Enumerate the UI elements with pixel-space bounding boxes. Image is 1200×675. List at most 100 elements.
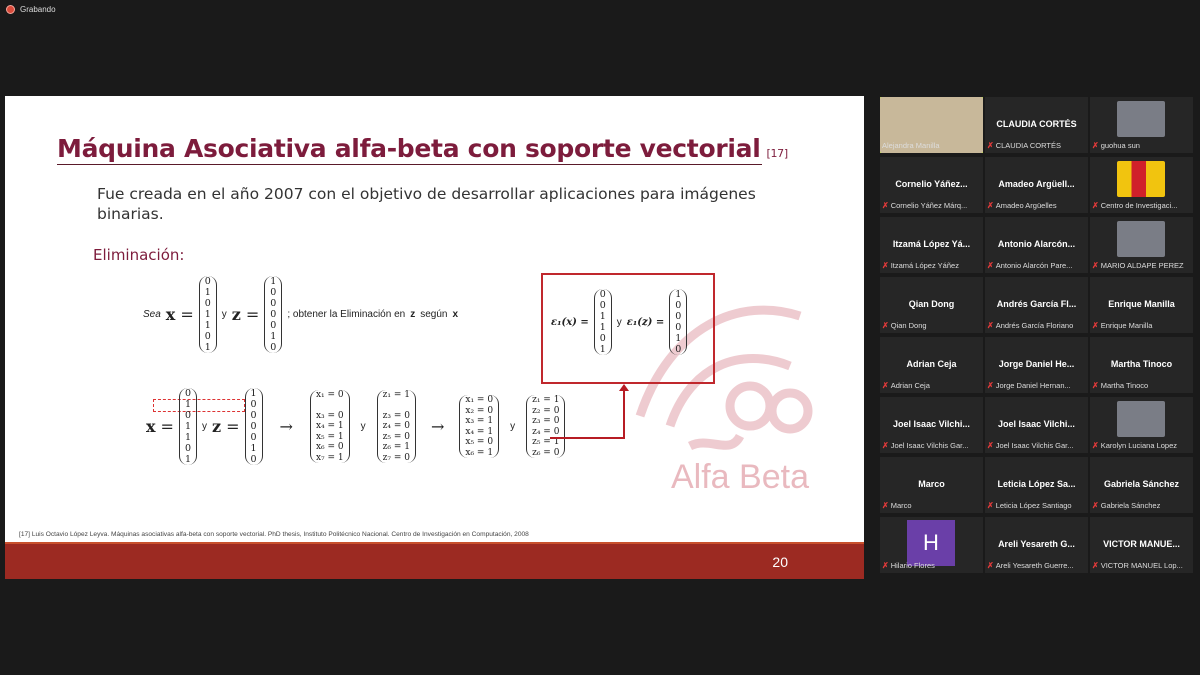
participant-tile[interactable]: Martha Tinoco ✗ Martha Tinoco — [1090, 337, 1193, 393]
participant-name: Gabriela Sánchez — [1103, 479, 1180, 489]
vector-entry: x₁ = 0 — [465, 395, 494, 405]
participant-label-text: Amadeo Argüelles — [995, 201, 1057, 210]
vector-entry: 1 — [204, 342, 211, 353]
vector-entry: z₃ = 0 — [382, 410, 410, 421]
participant-tile[interactable]: Leticia López Sa... ✗ Leticia López Santia… — [985, 457, 1088, 513]
vector-entry: x₆ = 1 — [465, 447, 494, 458]
x-vector-2: 0101101 — [178, 388, 197, 465]
participant-label-text: Antonio Alarcón Pare... — [995, 261, 1073, 270]
participant-label-text: Gabriela Sánchez — [1100, 501, 1161, 510]
x-symbol: x — [452, 309, 459, 320]
participant-tile[interactable]: Alejandra Manilla — [880, 97, 983, 153]
participant-label: ✗ Qian Dong — [882, 321, 981, 330]
participant-tile[interactable]: Areli Yesareth G... ✗ Areli Yesareth Guerr… — [985, 517, 1088, 573]
z-symbol: z — [231, 305, 241, 324]
participant-tile[interactable]: Marco ✗ Marco — [880, 457, 983, 513]
muted-mic-icon: ✗ — [882, 381, 889, 390]
result-row: ε₁(x) = 001101 y ε₁(z) = 100010 — [551, 289, 688, 355]
participant-label: ✗ CLAUDIA CORTÉS — [987, 141, 1086, 150]
obtain-text: ; obtener la Eliminación en — [287, 309, 406, 320]
vector-entry: 0 — [204, 331, 211, 342]
participant-name: Leticia López Sa... — [997, 479, 1076, 489]
vector-entry: 1 — [675, 333, 682, 344]
segun-word: según — [420, 309, 448, 320]
participant-tile[interactable]: H ✗ Hilario Flores — [880, 517, 983, 573]
and-word: y — [510, 421, 516, 432]
z-assign-vector: z₁ = 1 z₃ = 0 z₄ = 0 z₅ = 0 z₆ = 1 z₇ = 0 — [376, 389, 416, 464]
participant-tile[interactable]: Gabriela Sánchez ✗ Gabriela Sánchez — [1090, 457, 1193, 513]
muted-mic-icon: ✗ — [882, 201, 889, 210]
participant-video — [1117, 401, 1165, 437]
vector-entry: 0 — [184, 410, 191, 421]
participant-label: ✗ Amadeo Argüelles — [987, 201, 1086, 210]
vector-entry: 1 — [675, 289, 682, 300]
participant-name: Martha Tinoco — [1110, 359, 1173, 369]
z-symbol: z — [212, 417, 222, 436]
participant-label: ✗ VICTOR MANUEL Lop... — [1092, 561, 1191, 570]
vector-entry: 0 — [250, 399, 257, 410]
vector-entry: 0 — [250, 410, 257, 421]
participant-tile[interactable]: Itzamá López Yá... ✗ Itzamá López Yáñez — [880, 217, 983, 273]
title-divider — [57, 164, 762, 165]
vector-entry: 1 — [204, 320, 211, 331]
slide-intro: Fue creada en el año 2007 con el objetiv… — [97, 185, 756, 223]
vector-entry: z₇ = 0 — [382, 452, 410, 463]
participant-tile[interactable]: Amadeo Argüell... ✗ Amadeo Argüelles — [985, 157, 1088, 213]
participant-name: Areli Yesareth G... — [998, 539, 1075, 549]
participant-tile[interactable]: Andrés García Fl... ✗ Andrés García Floria… — [985, 277, 1088, 333]
participant-video — [1117, 101, 1165, 137]
recording-label: Grabando — [20, 5, 56, 14]
vector-entry: 0 — [675, 322, 682, 333]
participant-tile[interactable]: Joel Isaac Vilchi... ✗ Joel Isaac Vilchis … — [880, 397, 983, 453]
vector-entry: z₁ = 1 — [382, 389, 410, 400]
participant-tile[interactable]: CLAUDIA CORTÉS ✗ CLAUDIA CORTÉS — [985, 97, 1088, 153]
vector-entry: 0 — [204, 298, 211, 309]
participant-tile[interactable]: Jorge Daniel He... ✗ Jorge Daniel Hernan..… — [985, 337, 1088, 393]
participant-tile[interactable]: ✗ Karolyn Luciana Lopez — [1090, 397, 1193, 453]
muted-mic-icon: ✗ — [882, 261, 889, 270]
muted-mic-icon: ✗ — [882, 321, 889, 330]
participant-tile[interactable]: VICTOR MANUE... ✗ VICTOR MANUEL Lop... — [1090, 517, 1193, 573]
vector-entry: z₂ = 0 — [532, 405, 560, 416]
z-vector: 1000010 — [264, 276, 283, 353]
participant-tile[interactable]: Cornelio Yáñez... ✗ Cornelio Yáñez Márq... — [880, 157, 983, 213]
vector-entry: x₄ = 1 — [315, 421, 344, 432]
vector-entry — [328, 400, 331, 411]
participant-tile[interactable]: Adrian Ceja ✗ Adrian Ceja — [880, 337, 983, 393]
participant-label: ✗ Hilario Flores — [882, 561, 981, 570]
vector-entry: 0 — [184, 443, 191, 454]
participant-tile[interactable]: ✗ guohua sun — [1090, 97, 1193, 153]
participant-tile[interactable]: Enrique Manilla ✗ Enrique Manilla — [1090, 277, 1193, 333]
x-new-vector: x₁ = 0 x₂ = 0 x₃ = 1 x₄ = 1 x₅ = 0 x₆ = 1 — [459, 395, 500, 458]
muted-mic-icon: ✗ — [987, 321, 994, 330]
muted-mic-icon: ✗ — [987, 441, 994, 450]
participant-tile[interactable]: Joel Isaac Vilchi... ✗ Joel Isaac Vilchis … — [985, 397, 1088, 453]
participant-tile[interactable]: Qian Dong ✗ Qian Dong — [880, 277, 983, 333]
and-word: y — [360, 421, 366, 432]
z-new-vector: z₁ = 1 z₂ = 0 z₃ = 0 z₄ = 0 z₅ = 1 z₆ = 0 — [526, 395, 566, 458]
institution-logo — [1117, 161, 1165, 197]
vector-entry: x₅ = 1 — [315, 431, 344, 442]
participant-label-text: Joel Isaac Vilchis Gar... — [890, 441, 969, 450]
slide-subheading: Eliminación: — [93, 246, 185, 264]
x-symbol: x — [146, 417, 156, 436]
vector-entry: 0 — [599, 333, 606, 344]
derivation-row: x = 0101101 y z = 1000010 → x₁ = 0 x₃ = … — [146, 388, 566, 465]
participant-name: Joel Isaac Vilchi... — [998, 419, 1075, 429]
participant-label: ✗ Enrique Manilla — [1092, 321, 1191, 330]
vector-entry: 1 — [204, 309, 211, 320]
participant-label: ✗ guohua sun — [1092, 141, 1191, 150]
participant-label-text: Karolyn Luciana Lopez — [1100, 441, 1178, 450]
participant-label: ✗ Centro de Investigaci... — [1092, 201, 1191, 210]
record-icon — [6, 5, 15, 14]
connector-horizontal — [550, 437, 625, 439]
participant-tile[interactable]: ✗ Centro de Investigaci... — [1090, 157, 1193, 213]
logo-text: Alfa Beta — [671, 458, 809, 496]
muted-mic-icon: ✗ — [1092, 501, 1099, 510]
vector-entry: 0 — [270, 287, 277, 298]
muted-mic-icon: ✗ — [987, 501, 994, 510]
participant-label-text: Joel Isaac Vilchis Gar... — [995, 441, 1074, 450]
participant-name: Joel Isaac Vilchi... — [893, 419, 970, 429]
participant-tile[interactable]: Antonio Alarcón... ✗ Antonio Alarcón Pare.… — [985, 217, 1088, 273]
participant-tile[interactable]: ✗ MARIO ALDAPE PEREZ — [1090, 217, 1193, 273]
